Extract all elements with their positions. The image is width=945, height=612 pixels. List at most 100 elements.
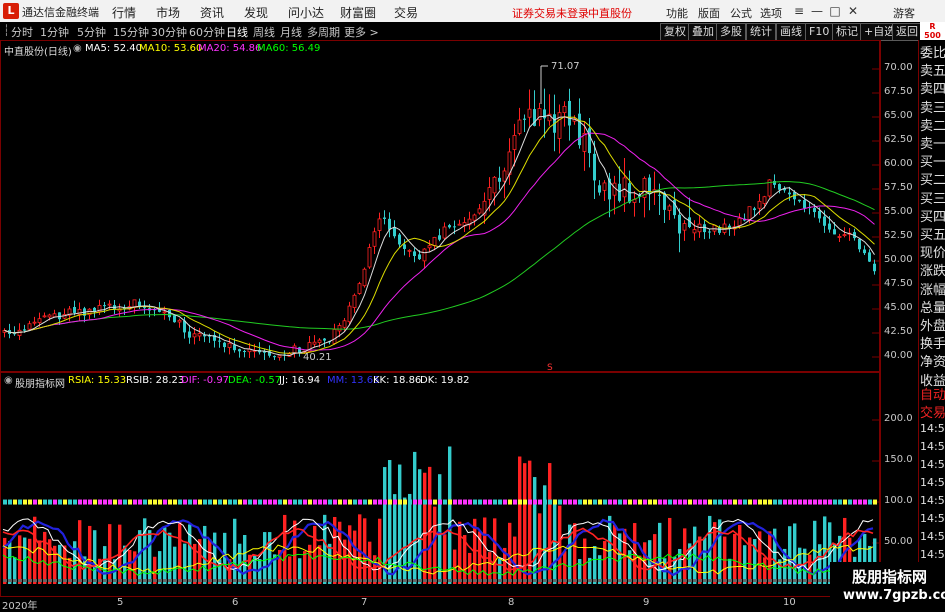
bottom-band-cell	[693, 579, 697, 583]
period-30min[interactable]: 30分钟	[151, 24, 187, 40]
mark-button[interactable]: 标记	[832, 23, 862, 41]
bottom-band-cell	[768, 579, 772, 583]
draw-line-button[interactable]: 画线	[776, 23, 806, 41]
signal-band-cell	[83, 499, 87, 505]
volume-bar	[793, 523, 797, 584]
volume-bar	[718, 519, 722, 584]
indicator-chart[interactable]	[0, 372, 880, 597]
signal-band-cell	[653, 499, 657, 505]
bottom-band-cell	[283, 579, 287, 583]
menu-function[interactable]: 功能	[666, 5, 688, 21]
menu-quotes[interactable]: 行情	[112, 4, 136, 21]
x-label-10: 10	[783, 597, 796, 608]
menu-options[interactable]: 选项	[760, 5, 782, 21]
restore-rights-button[interactable]: 复权	[660, 23, 690, 41]
period-monthly[interactable]: 月线	[280, 24, 302, 40]
bottom-band-cell	[223, 579, 227, 583]
side-label: 买三	[920, 191, 945, 207]
candle	[568, 100, 571, 126]
signal-band-cell	[448, 499, 452, 505]
bottom-band-cell	[703, 579, 707, 583]
candle	[188, 331, 191, 338]
menu-trade[interactable]: 交易	[394, 4, 418, 21]
login-notice[interactable]: 证券交易未登录	[512, 5, 589, 21]
bottom-band-cell	[613, 579, 617, 583]
menu-xiaoda[interactable]: 问小达	[288, 4, 324, 21]
signal-band-cell	[518, 499, 522, 505]
watermark-url: www.7gpzb.com	[843, 588, 945, 603]
close-icon[interactable]: ✕	[844, 2, 862, 20]
signal-band-cell	[458, 499, 462, 505]
bottom-band-cell	[228, 579, 232, 583]
volume-bar	[613, 524, 617, 584]
bottom-band-cell	[603, 579, 607, 583]
side-label: 委比	[920, 46, 945, 61]
period-multi[interactable]: 多周期	[307, 24, 340, 40]
candle	[438, 235, 441, 240]
bottom-band-cell	[343, 579, 347, 583]
period-weekly[interactable]: 周线	[253, 24, 275, 40]
period-daily[interactable]: 日线	[226, 24, 248, 40]
signal-band-cell	[768, 499, 772, 505]
bottom-band-cell	[358, 579, 362, 583]
signal-band-cell	[608, 499, 612, 505]
bottom-band-cell	[708, 579, 712, 583]
bottom-band-cell	[783, 579, 787, 583]
side-label: 买五	[920, 228, 945, 243]
signal-band-cell	[293, 499, 297, 505]
volume-bar	[28, 538, 32, 584]
period-5min[interactable]: 5分钟	[77, 24, 106, 40]
signal-band-cell	[313, 499, 317, 505]
maximize-icon[interactable]: □	[826, 2, 844, 20]
bottom-band-cell	[323, 579, 327, 583]
period-tick[interactable]: 分时	[11, 24, 33, 40]
overlay-button[interactable]: 叠加	[688, 23, 718, 41]
statistics-button[interactable]: 统计	[746, 23, 776, 41]
menu-market[interactable]: 市场	[156, 4, 180, 21]
candle	[837, 236, 842, 238]
menu-news[interactable]: 资讯	[200, 4, 224, 21]
period-60min[interactable]: 60分钟	[189, 24, 225, 40]
price-tick: 47.50	[884, 278, 913, 289]
guest-user[interactable]: 游客	[893, 5, 915, 21]
x-label-9: 9	[643, 597, 650, 608]
volume-bar	[158, 551, 162, 584]
signal-band-cell	[333, 499, 337, 505]
period-more[interactable]: 更多 >	[344, 24, 379, 40]
candle	[418, 254, 421, 260]
back-button[interactable]: 返回	[892, 23, 922, 41]
f10-button[interactable]: F10	[805, 23, 834, 41]
volume-bar	[823, 516, 827, 584]
signal-band-cell	[643, 499, 647, 505]
bottom-band-cell	[683, 579, 687, 583]
kline-chart[interactable]: 71.07 40.21 S	[0, 40, 880, 372]
candle	[487, 187, 492, 200]
volume-bar	[183, 543, 187, 584]
volume-bar	[313, 525, 317, 584]
volume-bar	[703, 537, 707, 584]
bottom-band-cell	[563, 579, 567, 583]
bottom-band-cell	[153, 579, 157, 583]
bottom-band-cell	[243, 579, 247, 583]
menu-layout[interactable]: 版面	[698, 5, 720, 21]
bottom-band-cell	[668, 579, 672, 583]
menu-icon[interactable]: ≡	[790, 2, 808, 20]
menu-wealth[interactable]: 财富圈	[340, 4, 376, 21]
period-1min[interactable]: 1分钟	[40, 24, 69, 40]
minimize-icon[interactable]: —	[808, 2, 826, 20]
volume-bar	[593, 546, 597, 584]
menu-formula[interactable]: 公式	[730, 5, 752, 21]
period-15min[interactable]: 15分钟	[113, 24, 149, 40]
signal-band-cell	[388, 499, 392, 505]
signal-band-cell	[228, 499, 232, 505]
bottom-band-cell	[298, 579, 302, 583]
candle	[177, 319, 182, 323]
signal-band-cell	[728, 499, 732, 505]
bottom-band-cell	[218, 579, 222, 583]
bottom-band-cell	[103, 579, 107, 583]
signal-band-cell	[73, 499, 77, 505]
signal-band-cell	[713, 499, 717, 505]
multi-stock-button[interactable]: 多股	[716, 23, 746, 41]
menu-discover[interactable]: 发现	[244, 4, 268, 21]
bottom-band-cell	[8, 579, 12, 583]
